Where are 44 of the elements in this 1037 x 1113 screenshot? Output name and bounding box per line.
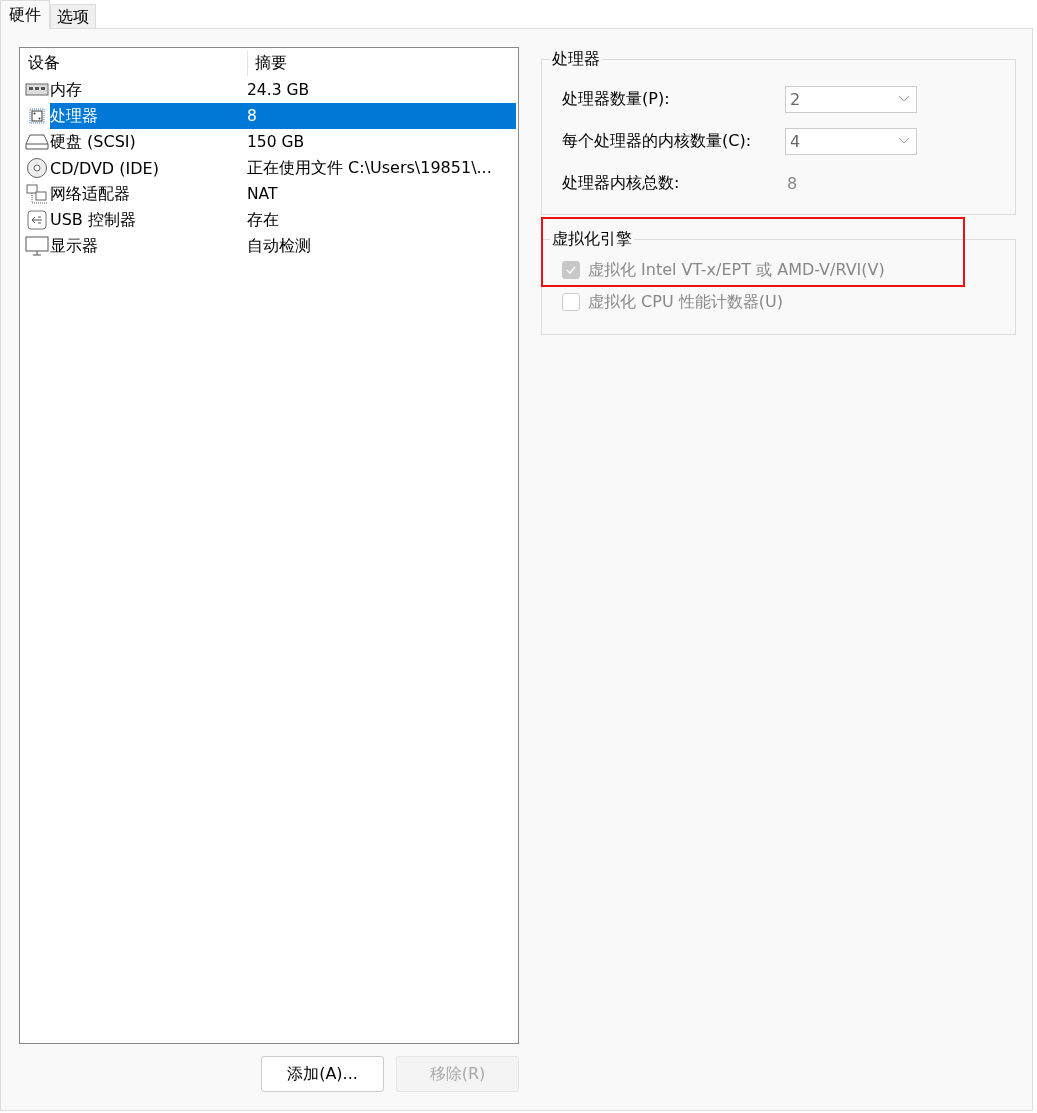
total-cores-value: 8	[786, 173, 798, 193]
device-name: USB 控制器	[50, 209, 137, 231]
tab[interactable]: 选项	[50, 4, 96, 28]
device-name: CD/DVD (IDE)	[50, 158, 160, 178]
device-row[interactable]: USB 控制器 存在	[50, 207, 516, 233]
device-name: 处理器	[50, 105, 99, 127]
checkbox-label: 虚拟化 Intel VT-x/EPT 或 AMD-V/RVI(V)	[588, 259, 885, 281]
device-row[interactable]: CD/DVD (IDE) 正在使用文件 C:\Users\19851\...	[50, 155, 516, 181]
field-label: 处理器数量(P):	[562, 88, 671, 110]
device-name: 硬盘 (SCSI)	[50, 131, 137, 153]
usb-icon	[26, 209, 48, 231]
device-summary: NAT	[247, 185, 279, 203]
monitor-icon	[25, 235, 49, 257]
field-label: 处理器内核总数:	[562, 172, 681, 194]
network-icon	[25, 183, 49, 205]
tab[interactable]: 硬件	[0, 0, 50, 29]
column-header[interactable]: 摘要	[248, 50, 518, 76]
group-title: 虚拟化引擎	[551, 229, 633, 250]
device-summary: 正在使用文件 C:\Users\19851\...	[247, 157, 493, 179]
device-row[interactable]: 硬盘 (SCSI) 150 GB	[50, 129, 516, 155]
chevron-icon	[898, 137, 910, 145]
check-icon	[565, 265, 577, 275]
device-summary: 自动检测	[247, 235, 312, 257]
device-row[interactable]: 网络适配器 NAT	[50, 181, 516, 207]
device-summary: 存在	[247, 209, 280, 231]
device-summary: 24.3 GB	[247, 81, 311, 99]
device-name: 网络适配器	[50, 183, 131, 205]
group-title: 处理器	[551, 49, 601, 70]
checkbox-label: 虚拟化 CPU 性能计数器(U)	[588, 291, 783, 313]
dialog-button[interactable]: 添加(A)...	[261, 1056, 384, 1092]
device-summary: 8	[247, 107, 258, 125]
device-summary: 150 GB	[247, 133, 306, 151]
device-row[interactable]: 处理器 8	[50, 103, 516, 129]
device-name: 内存	[50, 79, 83, 101]
chevron-icon	[898, 95, 910, 103]
disc-icon	[26, 157, 48, 179]
dropdown[interactable]: 2	[785, 85, 917, 113]
field-label: 每个处理器的内核数量(C):	[562, 130, 753, 152]
device-row[interactable]: 内存 24.3 GB	[50, 77, 516, 103]
device-name: 显示器	[50, 235, 99, 257]
memory-icon	[25, 82, 49, 98]
device-row[interactable]: 显示器 自动检测	[50, 233, 516, 259]
column-header[interactable]: 设备	[24, 50, 248, 76]
dropdown[interactable]: 4	[785, 127, 917, 155]
